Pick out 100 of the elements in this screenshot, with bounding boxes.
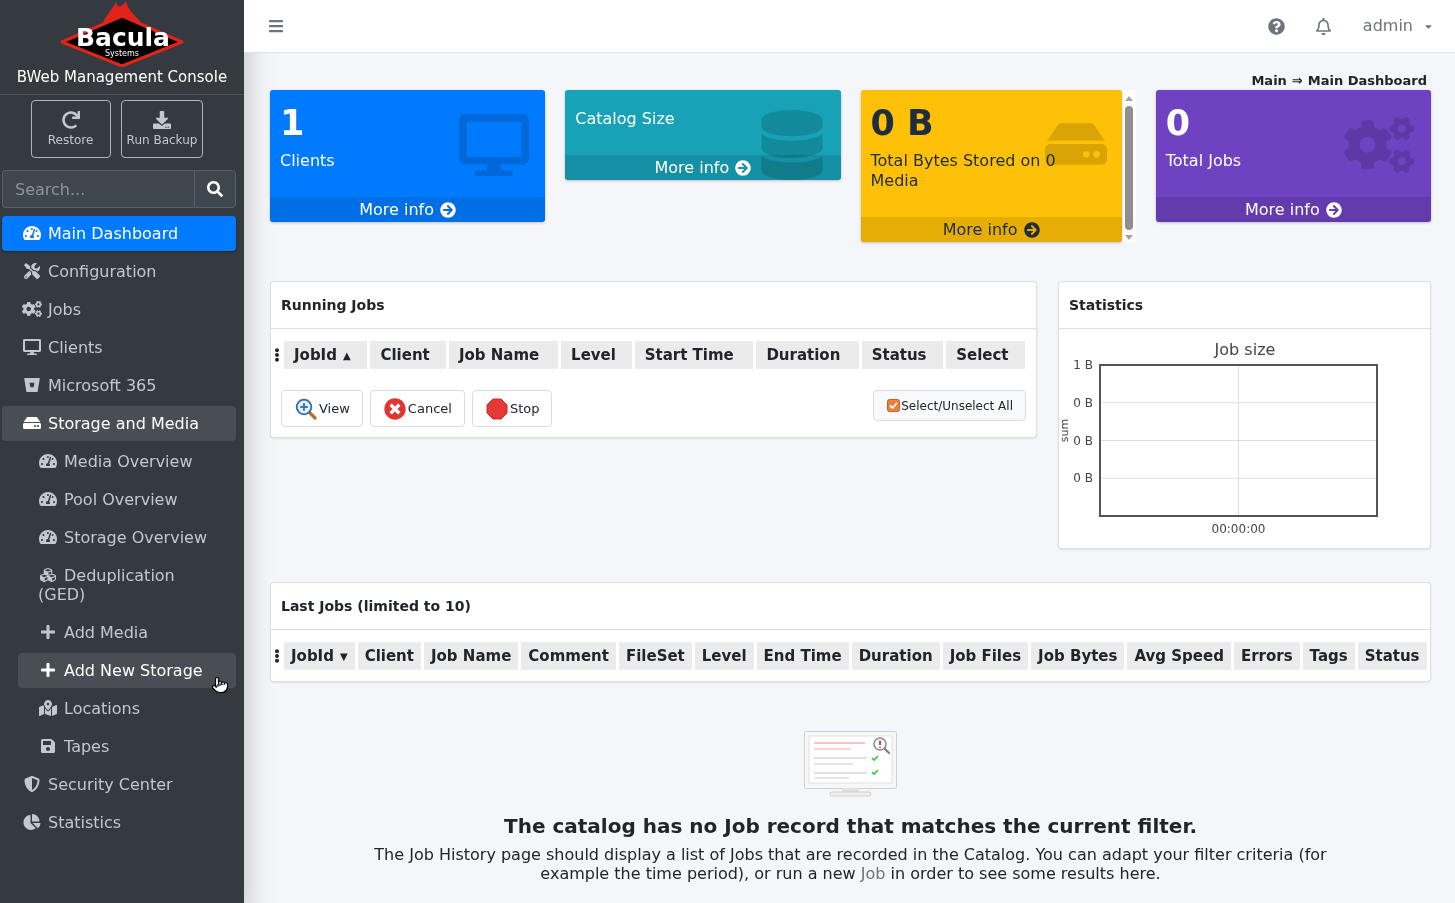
shield-icon bbox=[22, 776, 42, 792]
empty-state-title: The catalog has no Job record that matches the current filter. bbox=[504, 814, 1197, 838]
column-header[interactable]: Duration bbox=[756, 341, 859, 369]
scrollbar-thumb[interactable] bbox=[1124, 106, 1133, 230]
console-title: BWeb Management Console bbox=[16, 68, 228, 86]
column-header[interactable]: Status bbox=[1357, 642, 1427, 670]
sidebar-menu-item[interactable]: Microsoft 365 bbox=[2, 368, 236, 403]
sidebar-menu-item[interactable]: Security Center bbox=[2, 767, 236, 802]
stat-label: Catalog Size bbox=[575, 109, 676, 129]
y-tick-label: 0 B bbox=[1073, 471, 1093, 486]
sidebar-submenu-item[interactable]: Deduplication (GED) bbox=[18, 558, 236, 612]
column-header[interactable]: Level bbox=[694, 642, 754, 670]
pie-chart-icon bbox=[22, 814, 42, 830]
breadcrumb-separator: ⇒ bbox=[1291, 73, 1303, 88]
panel-title: Last Jobs (limited to 10) bbox=[281, 598, 471, 614]
column-header[interactable]: Level bbox=[561, 341, 632, 369]
column-header[interactable]: Errors bbox=[1233, 642, 1300, 670]
menu-icon[interactable] bbox=[268, 18, 284, 34]
empty-state-text: The Job History page should display a list of Jobs that are recorded in the Catalog. You can adapt your filter criteria (for example the time period), or run a new Job in order to see some results here. bbox=[373, 845, 1328, 883]
plus-icon bbox=[38, 662, 58, 678]
more-info-link[interactable]: More info bbox=[565, 155, 841, 180]
arrow-circle-right-icon bbox=[440, 201, 456, 218]
sidebar-menu-item[interactable]: Statistics bbox=[2, 805, 236, 840]
column-header[interactable]: Client bbox=[357, 642, 421, 670]
column-header[interactable]: Job Bytes bbox=[1031, 642, 1125, 670]
stat-value: 0 B bbox=[870, 102, 934, 145]
bucket-icon bbox=[22, 377, 42, 393]
column-menu-icon[interactable] bbox=[273, 348, 281, 362]
column-header[interactable]: Duration bbox=[851, 642, 940, 670]
sort-indicator: ▲ bbox=[342, 350, 351, 361]
arrow-circle-right-icon bbox=[1325, 201, 1342, 218]
column-header[interactable]: JobId ▼ bbox=[284, 642, 355, 670]
stat-label: Clients bbox=[280, 151, 336, 171]
arrow-circle-right-icon bbox=[1023, 221, 1040, 238]
cubes-icon bbox=[38, 567, 58, 583]
sidebar-submenu-item[interactable]: Storage Overview bbox=[18, 520, 236, 555]
column-header[interactable]: Tags bbox=[1302, 642, 1355, 670]
column-header[interactable]: Status bbox=[861, 341, 944, 369]
more-info-link[interactable]: More info bbox=[270, 197, 546, 222]
sidebar-submenu-item[interactable]: Tapes bbox=[18, 729, 236, 764]
tools-icon bbox=[22, 263, 42, 279]
sidebar-submenu-item[interactable]: Media Overview bbox=[18, 444, 236, 479]
column-header[interactable]: Job Name bbox=[448, 341, 559, 369]
bell-icon[interactable] bbox=[1314, 17, 1332, 35]
y-tick-label: 0 B bbox=[1073, 433, 1093, 448]
sidebar-menu-item[interactable]: Clients bbox=[2, 330, 236, 365]
gauge-icon bbox=[38, 453, 58, 469]
x-tick-label: 00:00:00 bbox=[1211, 522, 1266, 536]
column-header[interactable]: Job Files bbox=[942, 642, 1029, 670]
job-action-button[interactable]: View bbox=[281, 390, 363, 427]
sidebar-submenu-item[interactable]: Pool Overview bbox=[18, 482, 236, 517]
rotate-icon bbox=[61, 111, 80, 129]
arrow-circle-right-icon bbox=[735, 159, 752, 176]
panel-title: Running Jobs bbox=[281, 297, 385, 313]
column-menu-icon[interactable] bbox=[273, 649, 281, 663]
column-header[interactable]: Job Name bbox=[424, 642, 519, 670]
stat-value: 0 bbox=[1165, 102, 1191, 145]
user-menu[interactable]: admin bbox=[1362, 16, 1434, 36]
sidebar-submenu-item[interactable]: Add Media bbox=[18, 615, 236, 650]
gauge-icon bbox=[38, 491, 58, 507]
sidebar-menu-item[interactable]: Configuration bbox=[2, 254, 236, 289]
job-action-button[interactable]: Cancel bbox=[369, 390, 465, 427]
map-icon bbox=[38, 700, 58, 716]
more-info-link[interactable]: More info bbox=[860, 217, 1122, 242]
job-link[interactable]: Job bbox=[860, 864, 886, 883]
sidebar-submenu-item[interactable]: Locations bbox=[18, 691, 236, 726]
column-header[interactable]: Avg Speed bbox=[1127, 642, 1231, 670]
column-header[interactable]: Start Time bbox=[634, 341, 754, 369]
gears-icon bbox=[22, 301, 42, 317]
drive-icon bbox=[22, 415, 42, 431]
stat-label: Total Jobs bbox=[1165, 151, 1243, 171]
breadcrumb-link[interactable]: Main bbox=[1251, 73, 1287, 88]
column-header[interactable]: JobId ▲ bbox=[284, 341, 368, 369]
search-button[interactable] bbox=[194, 170, 236, 208]
sidebar-action-button[interactable]: Restore bbox=[30, 100, 111, 158]
job-action-button[interactable]: Stop bbox=[471, 390, 553, 427]
sidebar-menu-item[interactable]: Jobs bbox=[2, 292, 236, 327]
y-tick-label: 0 B bbox=[1073, 395, 1093, 410]
column-header[interactable]: Client bbox=[370, 341, 446, 369]
sort-indicator: ▼ bbox=[339, 651, 348, 662]
logo-emblem-icon bbox=[60, 1, 184, 67]
column-header[interactable]: Comment bbox=[521, 642, 616, 670]
search-field[interactable]: Search... bbox=[2, 170, 194, 208]
plus-icon bbox=[38, 624, 58, 640]
search-icon bbox=[207, 181, 223, 197]
sidebar-menu-item[interactable]: Main Dashboard bbox=[2, 216, 236, 251]
select-all-button[interactable]: Select/Unselect All bbox=[873, 390, 1026, 421]
column-header[interactable]: FileSet bbox=[618, 642, 692, 670]
checkbox-icon bbox=[887, 399, 901, 412]
more-info-link[interactable]: More info bbox=[1155, 197, 1431, 222]
help-icon[interactable] bbox=[1267, 17, 1285, 35]
chart-title: Job size bbox=[1214, 340, 1276, 359]
sidebar-action-button[interactable]: Run Backup bbox=[120, 100, 204, 158]
stop-sign-icon bbox=[485, 397, 508, 420]
stat-value: 1 bbox=[280, 102, 305, 145]
sidebar-menu-item[interactable]: Storage and Media bbox=[2, 406, 236, 441]
sidebar-submenu-item[interactable]: Add New Storage bbox=[18, 653, 236, 688]
scroll-up-arrow-icon bbox=[1124, 96, 1133, 101]
column-header[interactable]: Select bbox=[946, 341, 1025, 369]
column-header[interactable]: End Time bbox=[756, 642, 849, 670]
